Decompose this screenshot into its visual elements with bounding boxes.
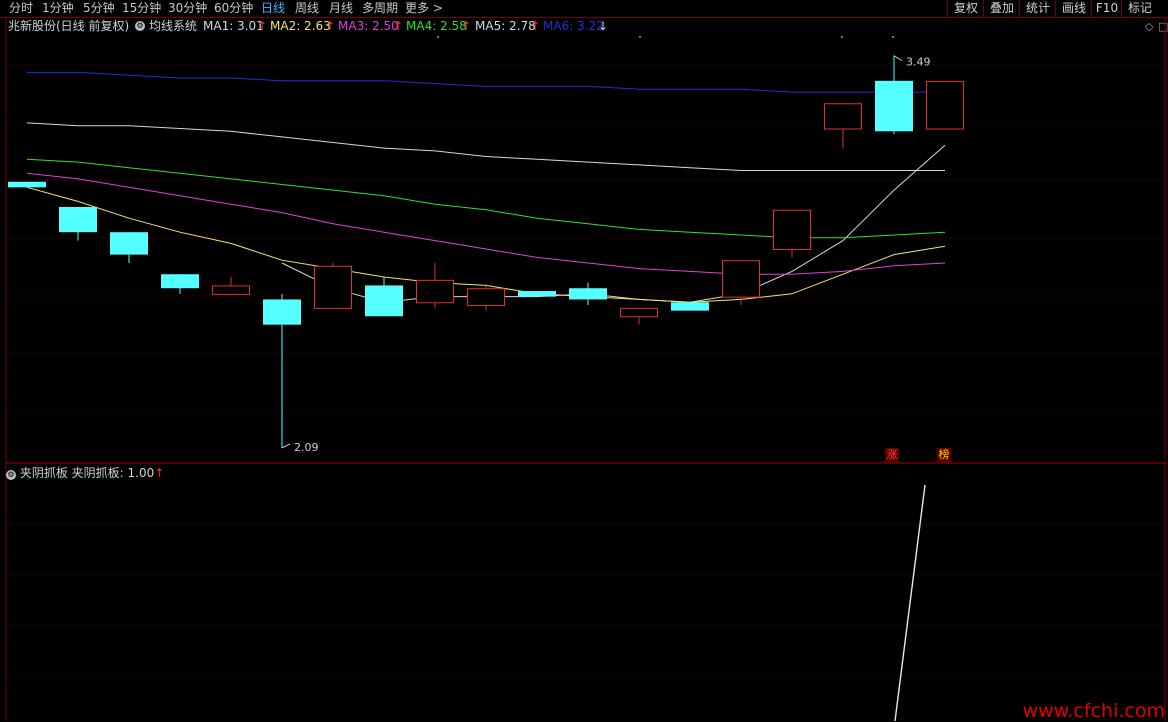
candle-body-down: [8, 181, 46, 188]
dragon-tiger-badge[interactable]: 榜: [937, 448, 951, 462]
candle-body-up: [416, 279, 454, 304]
ma-line-ma6: [27, 71, 945, 93]
watermark: www.cfchi.com: [1022, 700, 1165, 722]
candle-body-up: [722, 260, 760, 298]
candle-body-down: [110, 232, 148, 255]
candle-body-up: [773, 209, 811, 250]
candle-body-up: [824, 103, 862, 130]
candle-body-up: [926, 80, 964, 130]
event-dot: [892, 36, 894, 38]
ma-line-ma1: [281, 144, 946, 303]
candle-body-up: [314, 265, 352, 309]
event-dot: [639, 36, 641, 38]
candle-body-up: [212, 285, 250, 295]
sub-indicator-value: 夹阴抓板: 1.00: [71, 466, 155, 480]
ma-line-ma5: [26, 122, 945, 171]
event-dot: [841, 36, 843, 38]
low-pointer: [281, 443, 291, 449]
event-dot: [437, 36, 439, 38]
sub-indicator-name[interactable]: 夹阴抓板: [20, 466, 68, 480]
candle-body-up: [467, 288, 505, 307]
sub-indicator-line: [894, 484, 926, 721]
low-price-label: 2.09: [294, 441, 319, 454]
sub-indicator-bar: ⚙ 夹阴抓板 夹阴抓板: 1.00↑: [6, 465, 164, 481]
candle-body-down: [569, 288, 607, 300]
sub-indicator-arrow: ↑: [154, 466, 165, 480]
candle-body-down: [671, 302, 709, 311]
candle-body-down: [263, 299, 301, 325]
candle-body-down: [161, 274, 199, 289]
candle-body-down: [59, 206, 97, 233]
high-pointer: [893, 55, 903, 62]
candle-body-down: [518, 291, 556, 297]
kline-chart[interactable]: 3.49 2.09: [0, 0, 1168, 721]
candle-body-down: [365, 285, 403, 317]
sub-indicator-settings-icon[interactable]: ⚙: [6, 470, 16, 480]
candle-body-down: [875, 80, 913, 132]
limit-up-badge[interactable]: 涨: [885, 448, 899, 462]
high-price-label: 3.49: [906, 56, 931, 69]
candle-body-up: [620, 307, 658, 318]
